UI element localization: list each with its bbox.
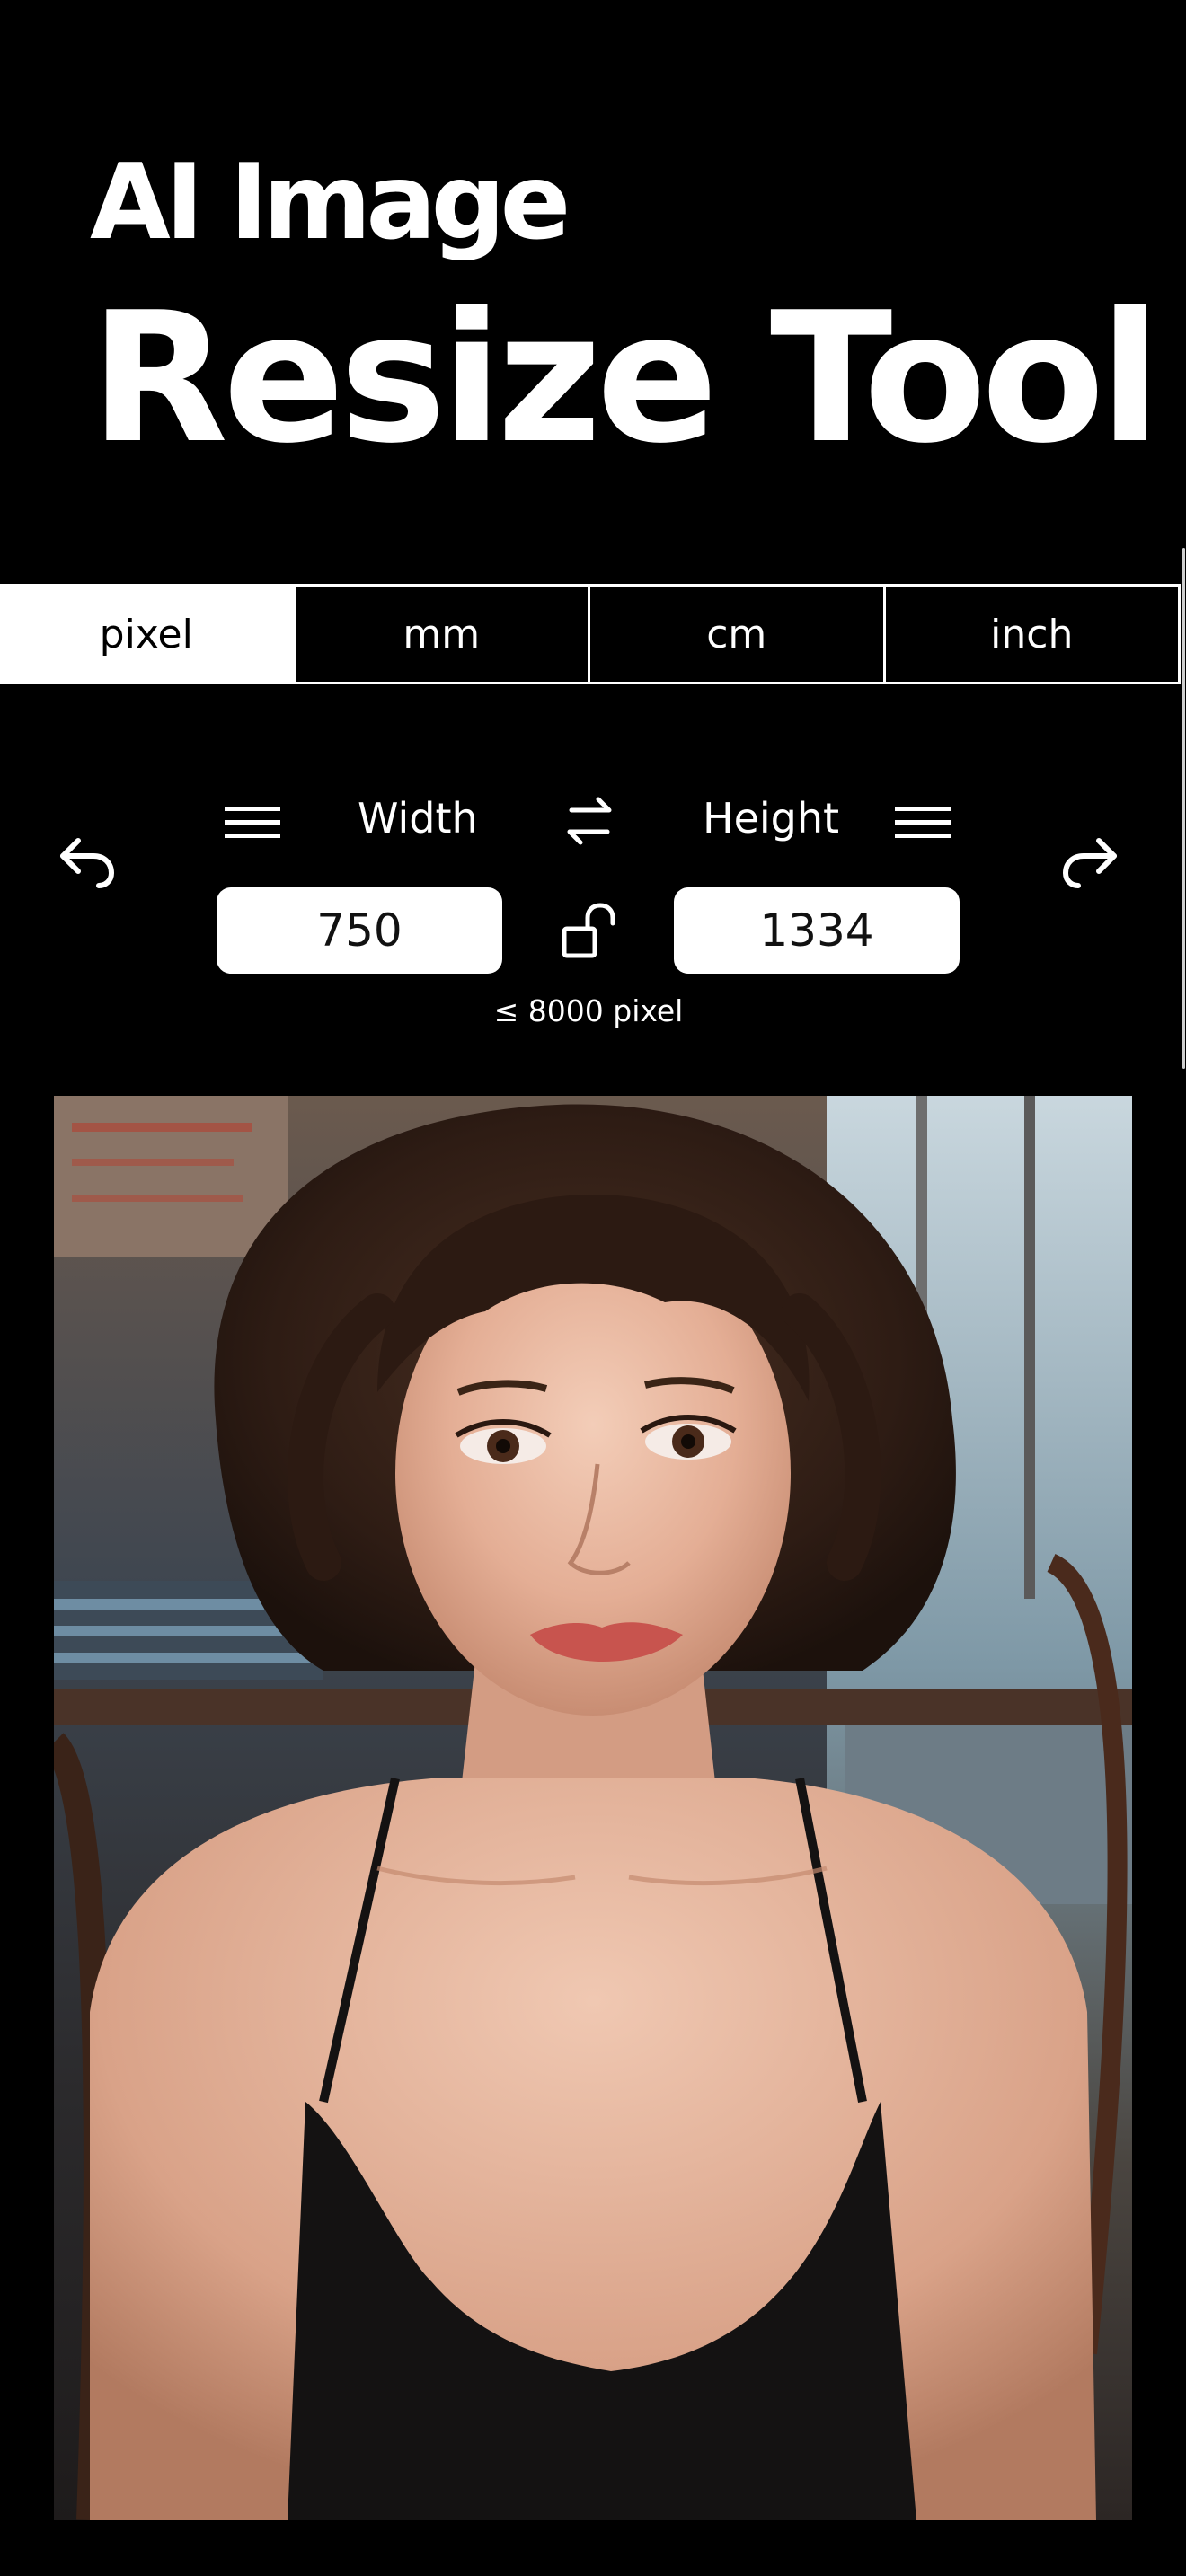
aspect-lock-toggle[interactable] (553, 895, 625, 966)
menu-icon (895, 807, 951, 838)
scroll-indicator[interactable] (1182, 548, 1185, 1069)
hero-title-line2: Resize Tool (90, 274, 1161, 483)
unit-tabs: pixel mm cm inch (0, 584, 1181, 684)
swap-arrows-icon (567, 797, 612, 845)
portrait-photo (54, 1096, 1132, 2520)
tab-pixel[interactable]: pixel (0, 587, 293, 682)
tab-cm[interactable]: cm (588, 587, 883, 682)
unlocked-padlock-icon (562, 903, 615, 958)
swap-dimensions-button[interactable] (559, 790, 620, 851)
redo-icon (1062, 838, 1117, 888)
tab-mm[interactable]: mm (292, 587, 589, 682)
tab-inch[interactable]: inch (882, 587, 1181, 682)
height-options-button[interactable] (891, 798, 954, 848)
menu-icon (225, 807, 280, 838)
size-limit-note: ≤ 8000 pixel (493, 993, 684, 1028)
hero-title-line1: AI Image (90, 142, 571, 263)
width-options-button[interactable] (221, 798, 284, 848)
redo-button[interactable] (1057, 825, 1123, 891)
width-input[interactable] (217, 887, 502, 974)
undo-button[interactable] (54, 825, 120, 891)
undo-icon (60, 838, 115, 888)
height-input[interactable] (674, 887, 960, 974)
image-preview[interactable] (54, 1096, 1132, 2520)
height-label: Height (703, 794, 840, 842)
width-label: Width (358, 794, 478, 842)
